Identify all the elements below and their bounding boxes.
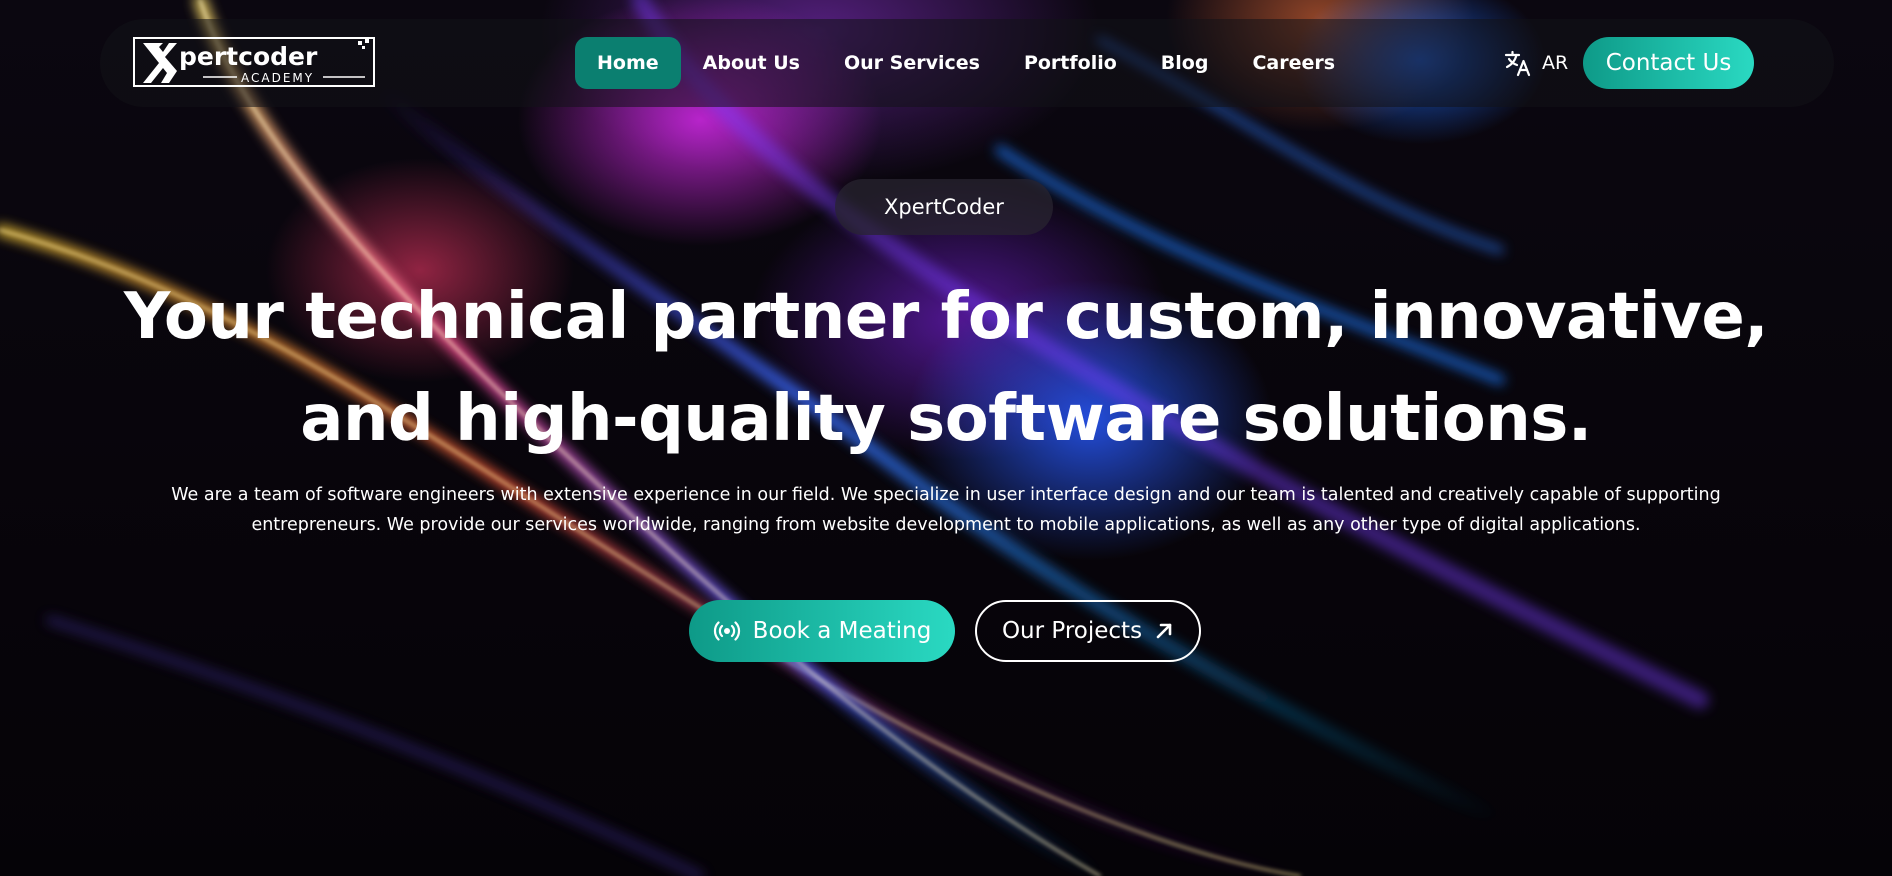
nav-item-home[interactable]: Home [575,37,681,89]
book-meeting-label: Book a Meating [752,618,932,644]
translate-icon [1504,49,1532,77]
brand-logo[interactable]: pertcoder ACADEMY [133,35,379,89]
nav-item-our-services[interactable]: Our Services [822,37,1002,89]
arrow-up-right-icon [1154,621,1174,641]
hero-section: pertcoder ACADEMY Home About Us Our Serv… [0,0,1892,876]
main-nav: Home About Us Our Services Portfolio Blo… [575,36,1357,90]
language-switcher[interactable]: AR [1504,46,1568,80]
nav-item-blog[interactable]: Blog [1139,37,1231,89]
nav-item-portfolio[interactable]: Portfolio [1002,37,1139,89]
contact-us-button[interactable]: Contact Us [1583,37,1754,89]
nav-item-about-us[interactable]: About Us [681,37,822,89]
hero-description: We are a team of software engineers with… [171,485,1721,535]
logo-wordmark: pertcoder [179,42,318,71]
xpertcoder-logo-icon: pertcoder ACADEMY [133,37,375,87]
language-label: AR [1542,52,1569,74]
our-projects-button[interactable]: Our Projects [975,600,1201,662]
broadcast-icon [713,617,741,645]
book-meeting-button[interactable]: Book a Meating [689,600,955,662]
nav-item-careers[interactable]: Careers [1230,37,1357,89]
logo-subtext: ACADEMY [241,71,314,85]
hero-badge: XpertCoder [835,179,1053,235]
hero-title: Your technical partner for custom, innov… [123,280,1769,456]
our-projects-label: Our Projects [1001,618,1143,644]
